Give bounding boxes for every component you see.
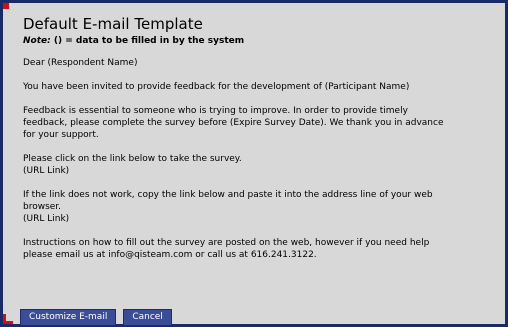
cancel-button[interactable]: Cancel [123, 309, 172, 326]
email-template-dialog: Default E-mail Template Note: () = data … [0, 0, 508, 327]
feedback-paragraph: Feedback is essential to someone who is … [23, 105, 490, 141]
note-line: Note: () = data to be filled in by the s… [23, 35, 490, 47]
link-fallback-line: If the link does not work, copy the link… [23, 190, 433, 200]
link-fallback-paragraph: If the link does not work, copy the link… [23, 189, 490, 225]
link-intro-paragraph: Please click on the link below to take t… [23, 153, 490, 177]
feedback-line: for your support. [23, 130, 99, 140]
template-panel: Default E-mail Template Note: () = data … [6, 6, 502, 321]
url-link-placeholder: (URL Link) [23, 166, 70, 176]
invite-text: You have been invited to provide feedbac… [23, 82, 410, 92]
dialog-title: Default E-mail Template [23, 15, 203, 33]
customize-email-button[interactable]: Customize E-mail [20, 309, 117, 326]
feedback-line: feedback, please complete the survey bef… [23, 118, 444, 128]
url-link-placeholder: (URL Link) [23, 214, 70, 224]
instructions-line: please email us at info@qisteam.com or c… [23, 250, 317, 260]
greeting-text: Dear (Respondent Name) [23, 58, 138, 68]
instructions-paragraph: Instructions on how to fill out the surv… [23, 237, 490, 261]
link-fallback-line: browser. [23, 202, 62, 212]
link-intro-line: Please click on the link below to take t… [23, 154, 242, 164]
instructions-line: Instructions on how to fill out the surv… [23, 238, 430, 248]
feedback-line: Feedback is essential to someone who is … [23, 106, 408, 116]
note-text: () = data to be filled in by the system [53, 36, 245, 46]
note-label: Note: [23, 36, 51, 46]
action-buttons: Customize E-mail Cancel [20, 306, 175, 326]
